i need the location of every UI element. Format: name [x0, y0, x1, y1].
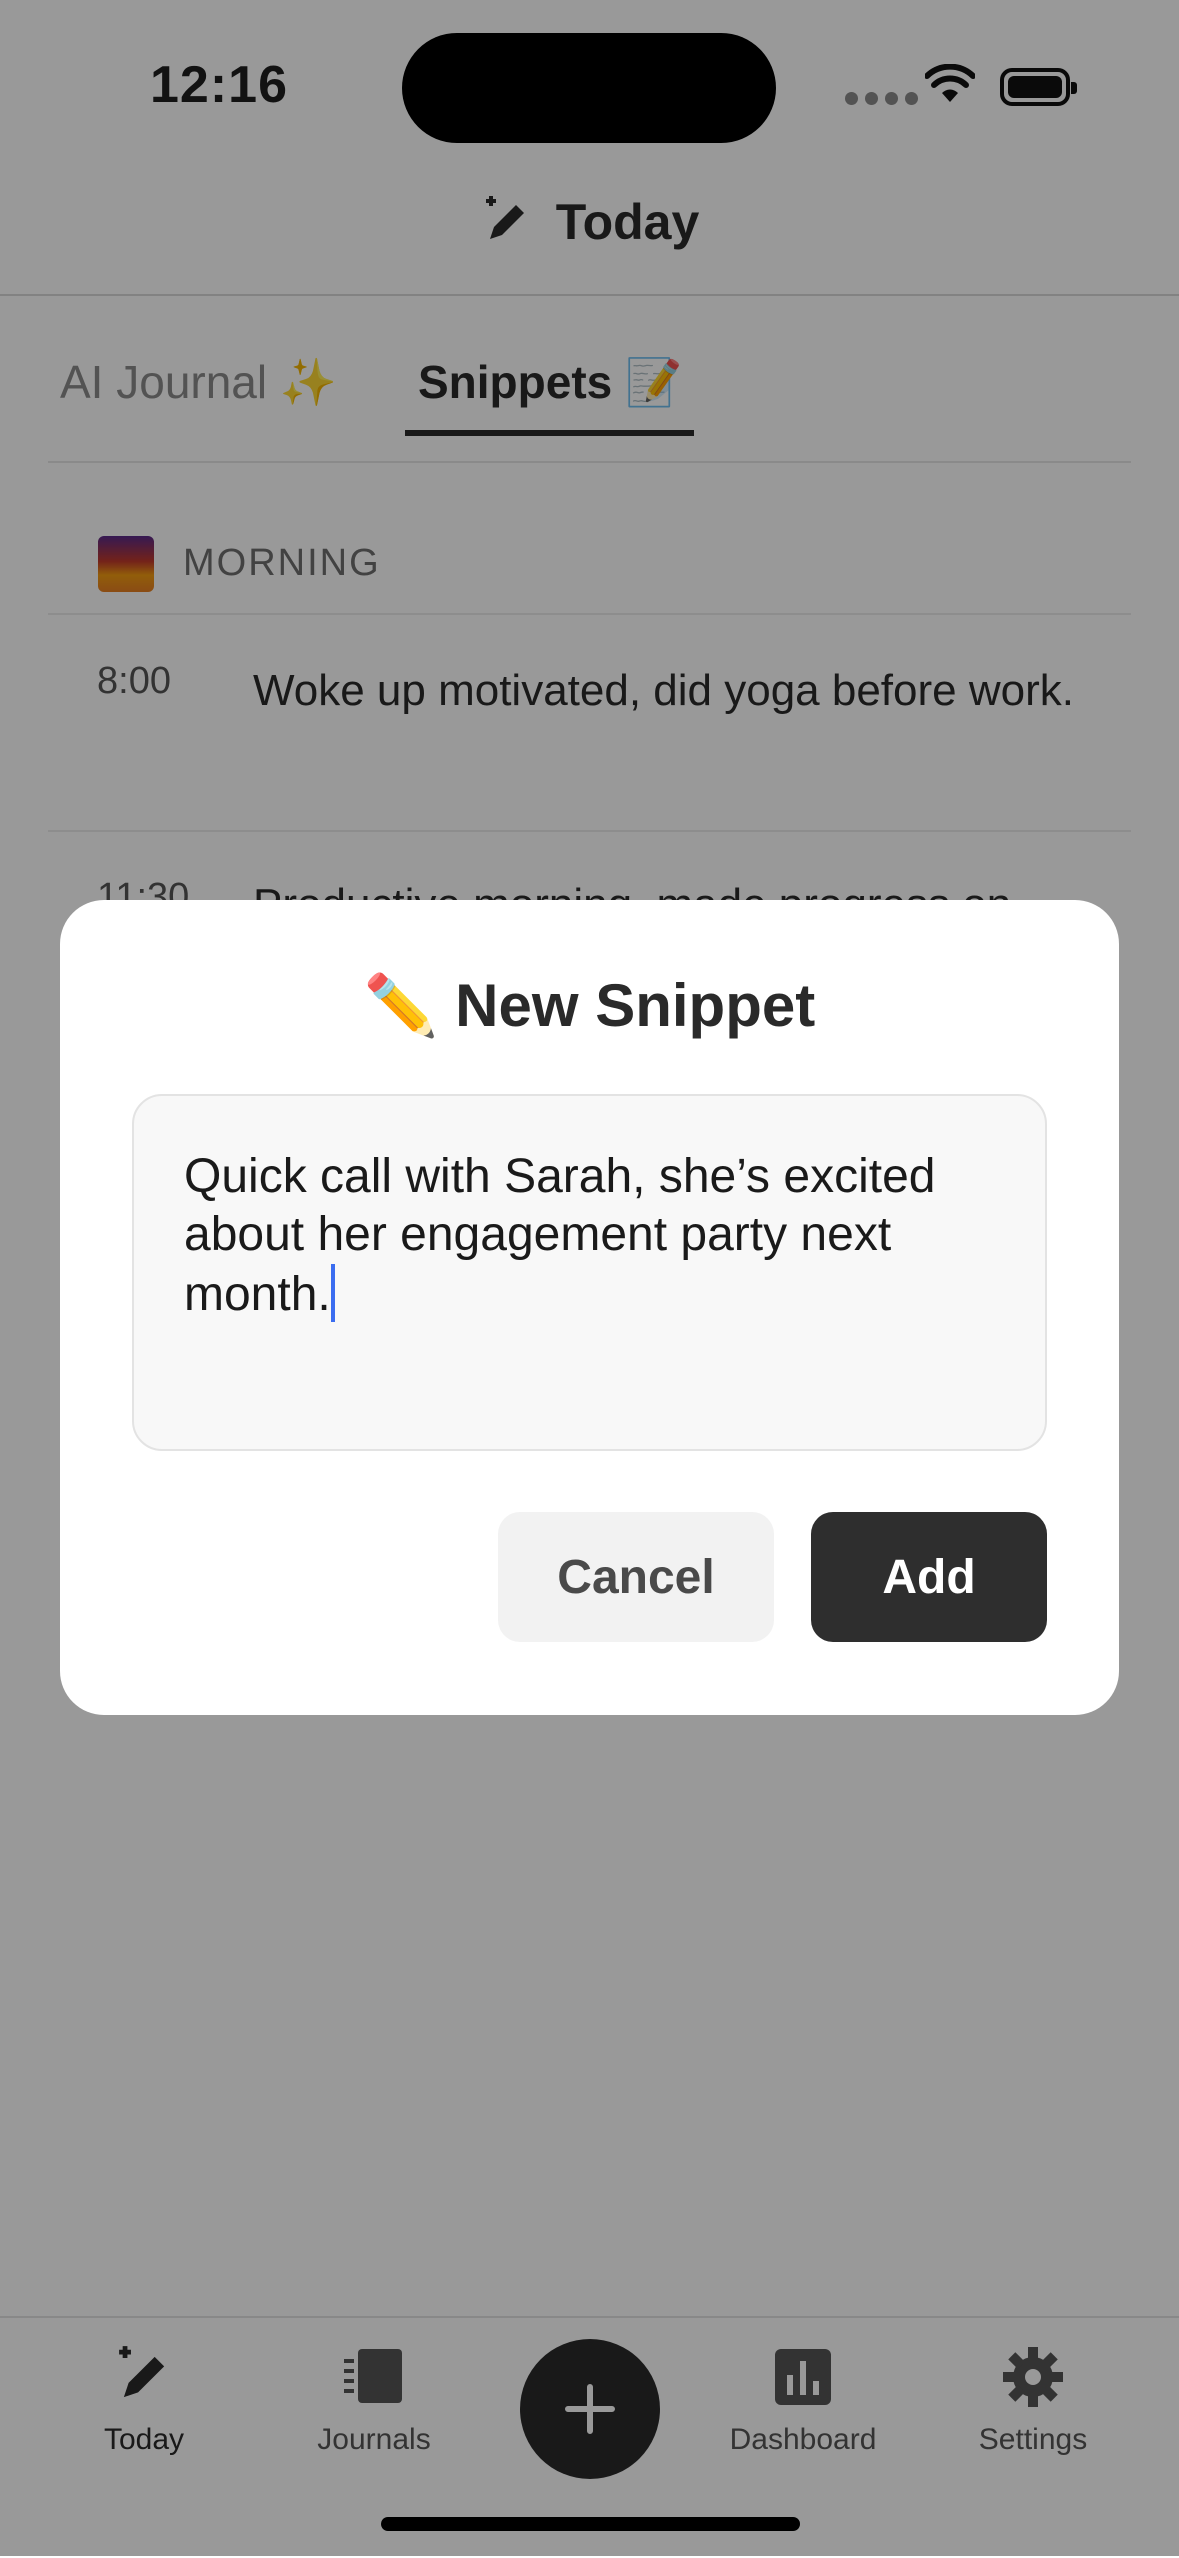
add-button[interactable]: Add — [811, 1512, 1047, 1642]
text-caret — [330, 1264, 335, 1322]
snippet-input-value: Quick call with Sarah, she’s excited abo… — [184, 1150, 936, 1321]
cancel-button[interactable]: Cancel — [498, 1512, 774, 1642]
dialog-title: ✏️ New Snippet — [363, 972, 816, 1039]
new-snippet-dialog: ✏️ New Snippet Quick call with Sarah, sh… — [60, 900, 1119, 1715]
snippet-text-input[interactable]: Quick call with Sarah, she’s excited abo… — [132, 1094, 1047, 1451]
